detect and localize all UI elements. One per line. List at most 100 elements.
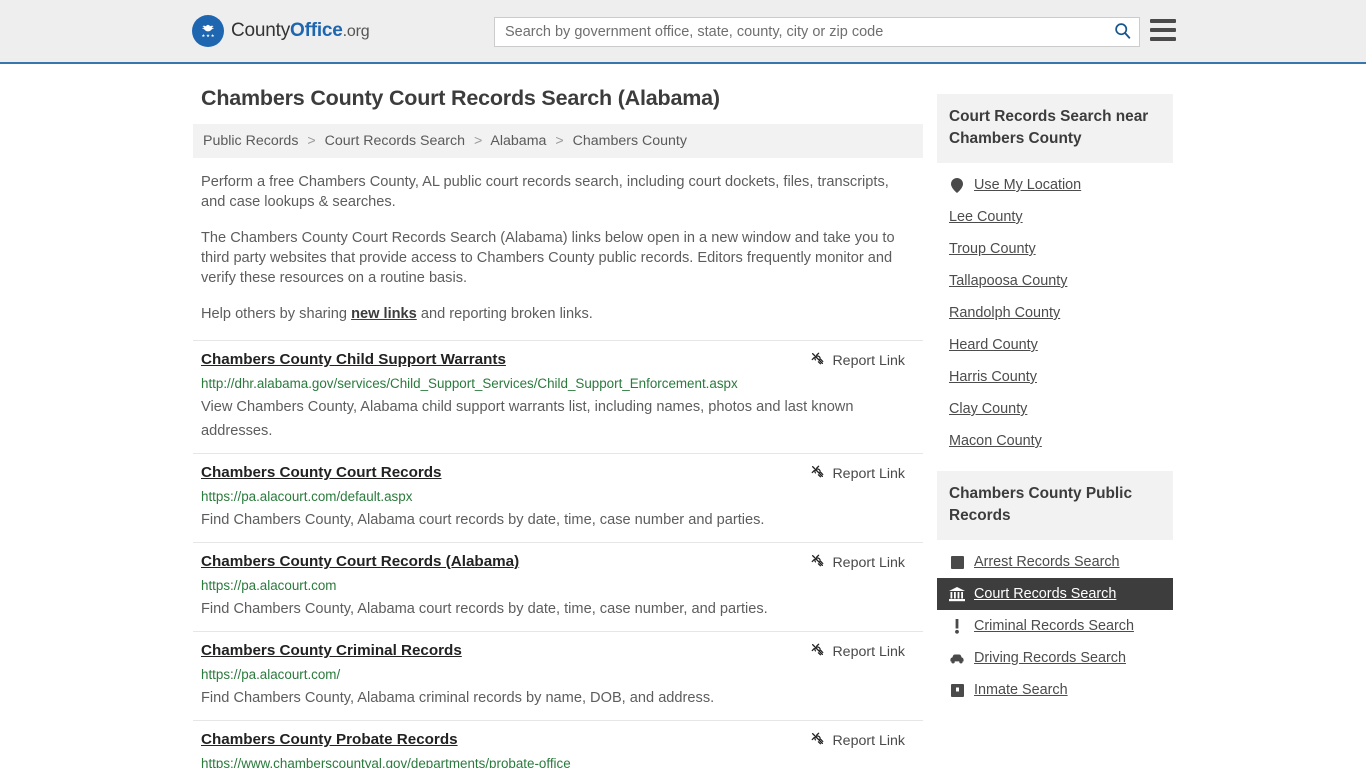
result-description: Find Chambers County, Alabama court reco…	[201, 601, 768, 617]
sidebar-item-label: Arrest Records Search	[974, 554, 1120, 570]
breadcrumb: Public Records > Court Records Search > …	[193, 124, 923, 158]
sidebar-item-label: Harris County	[949, 369, 1037, 385]
hamburger-bar	[1150, 37, 1176, 41]
sidebar-item-label: Use My Location	[974, 177, 1082, 193]
sidebar-item-clay-county[interactable]: Clay County	[937, 393, 1173, 425]
sidebar-item-label: Heard County	[949, 337, 1038, 353]
broken-link-icon	[810, 553, 825, 572]
search-button[interactable]	[1105, 18, 1139, 46]
result-description: Find Chambers County, Alabama criminal r…	[201, 690, 715, 706]
intro-section: Perform a free Chambers County, AL publi…	[193, 172, 923, 324]
hamburger-bar	[1150, 28, 1176, 32]
result-title[interactable]: Chambers County Child Support Warrants	[201, 350, 506, 370]
sidebar-item-label: Driving Records Search	[974, 650, 1126, 666]
sidebar-item-use-my-location[interactable]: Use My Location	[937, 169, 1173, 201]
main-column: Chambers County Court Records Search (Al…	[193, 86, 923, 768]
sidebar-item-heard-county[interactable]: Heard County	[937, 329, 1173, 361]
public-records-list: Arrest Records Search Court Records Sear…	[937, 540, 1173, 706]
result-description: View Chambers County, Alabama child supp…	[201, 399, 854, 439]
sidebar-item-court-records-search[interactable]: Court Records Search	[937, 578, 1173, 610]
search-icon	[1114, 22, 1131, 42]
sidebar-item-label: Court Records Search	[974, 586, 1117, 602]
search-input[interactable]	[495, 18, 1105, 46]
sidebar-item-macon-county[interactable]: Macon County	[937, 425, 1173, 457]
site-logo-text: CountyOffice.org	[231, 20, 370, 42]
sidebar-item-driving-records-search[interactable]: Driving Records Search	[937, 642, 1173, 674]
report-link-label: Report Link	[832, 554, 905, 571]
result-title[interactable]: Chambers County Probate Records	[201, 730, 458, 750]
hamburger-bar	[1150, 19, 1176, 23]
breadcrumb-item-chambers-county[interactable]: Chambers County	[573, 133, 687, 149]
courthouse-icon	[949, 586, 965, 602]
result-title[interactable]: Chambers County Court Records	[201, 463, 442, 483]
intro-paragraph-2: The Chambers County Court Records Search…	[201, 230, 895, 286]
result-url[interactable]: https://pa.alacourt.com	[201, 577, 915, 595]
sidebar-item-lee-county[interactable]: Lee County	[937, 201, 1173, 233]
report-link-button[interactable]: Report Link	[810, 731, 905, 750]
sidebar-item-label: Troup County	[949, 241, 1036, 257]
hamburger-menu-icon[interactable]	[1150, 19, 1176, 41]
new-links-link[interactable]: new links	[351, 306, 417, 322]
sidebar-item-label: Clay County	[949, 401, 1028, 417]
result-url[interactable]: http://dhr.alabama.gov/services/Child_Su…	[201, 375, 915, 393]
sidebar-item-label: Randolph County	[949, 305, 1061, 321]
page-title: Chambers County Court Records Search (Al…	[201, 86, 720, 110]
result-item: Chambers County Criminal Records Report …	[193, 631, 923, 720]
report-link-button[interactable]: Report Link	[810, 464, 905, 483]
brand-org: .org	[342, 23, 370, 40]
result-title[interactable]: Chambers County Court Records (Alabama)	[201, 552, 519, 572]
result-item: Chambers County Court Records (Alabama) …	[193, 542, 923, 631]
sidebar-item-inmate-search[interactable]: Inmate Search	[937, 674, 1173, 706]
public-records-card: Chambers County Public Records Arrest Re…	[937, 471, 1173, 706]
report-link-button[interactable]: Report Link	[810, 351, 905, 370]
exclamation-icon	[949, 618, 965, 634]
sidebar-item-harris-county[interactable]: Harris County	[937, 361, 1173, 393]
breadcrumb-separator: >	[555, 133, 564, 149]
sidebar-item-label: Macon County	[949, 433, 1042, 449]
intro-paragraph-1: Perform a free Chambers County, AL publi…	[201, 174, 889, 210]
breadcrumb-separator: >	[307, 133, 316, 149]
result-item: Chambers County Court Records Report Lin…	[193, 453, 923, 542]
report-link-button[interactable]: Report Link	[810, 642, 905, 661]
report-link-label: Report Link	[832, 465, 905, 482]
nearby-searches-title: Court Records Search near Chambers Count…	[937, 94, 1173, 163]
sidebar-item-arrest-records-search[interactable]: Arrest Records Search	[937, 546, 1173, 578]
breadcrumb-separator: >	[473, 133, 483, 149]
map-pin-icon	[949, 177, 965, 193]
car-icon	[949, 650, 965, 666]
help-paragraph: Help others by sharing new links and rep…	[193, 304, 923, 324]
sidebar-item-tallapoosa-county[interactable]: Tallapoosa County	[937, 265, 1173, 297]
site-header: CountyOffice.org	[0, 0, 1366, 64]
broken-link-icon	[810, 351, 825, 370]
search-bar[interactable]	[494, 17, 1140, 47]
sidebar-item-label: Lee County	[949, 209, 1023, 225]
results-list: Chambers County Child Support Warrants R…	[193, 340, 923, 768]
brand-county: County	[231, 20, 291, 41]
breadcrumb-item-alabama[interactable]: Alabama	[490, 133, 546, 149]
brand-office: Office	[290, 20, 343, 41]
breadcrumb-item-public-records[interactable]: Public Records	[203, 133, 298, 149]
broken-link-icon	[810, 731, 825, 750]
result-url[interactable]: https://pa.alacourt.com/	[201, 666, 915, 684]
help-text-before: Help others by sharing	[201, 306, 352, 322]
sidebar-item-randolph-county[interactable]: Randolph County	[937, 297, 1173, 329]
result-url[interactable]: https://pa.alacourt.com/default.aspx	[201, 488, 915, 506]
nearby-searches-card: Court Records Search near Chambers Count…	[937, 94, 1173, 457]
report-link-button[interactable]: Report Link	[810, 553, 905, 572]
fingerprint-icon	[949, 554, 965, 570]
sidebar-item-criminal-records-search[interactable]: Criminal Records Search	[937, 610, 1173, 642]
breadcrumb-item-court-records-search[interactable]: Court Records Search	[325, 133, 465, 149]
report-link-label: Report Link	[832, 732, 905, 749]
result-url[interactable]: https://www.chamberscountyal.gov/departm…	[201, 755, 915, 768]
result-title[interactable]: Chambers County Criminal Records	[201, 641, 462, 661]
broken-link-icon	[810, 642, 825, 661]
broken-link-icon	[810, 464, 825, 483]
site-logo[interactable]: CountyOffice.org	[192, 15, 370, 47]
sidebar-item-troup-county[interactable]: Troup County	[937, 233, 1173, 265]
nearby-searches-list: Use My Location Lee County Troup County …	[937, 163, 1173, 457]
result-description: Find Chambers County, Alabama court reco…	[201, 512, 765, 528]
report-link-label: Report Link	[832, 352, 905, 369]
page-body: Chambers County Court Records Search (Al…	[0, 64, 1366, 768]
public-records-title: Chambers County Public Records	[937, 471, 1173, 540]
report-link-label: Report Link	[832, 643, 905, 660]
